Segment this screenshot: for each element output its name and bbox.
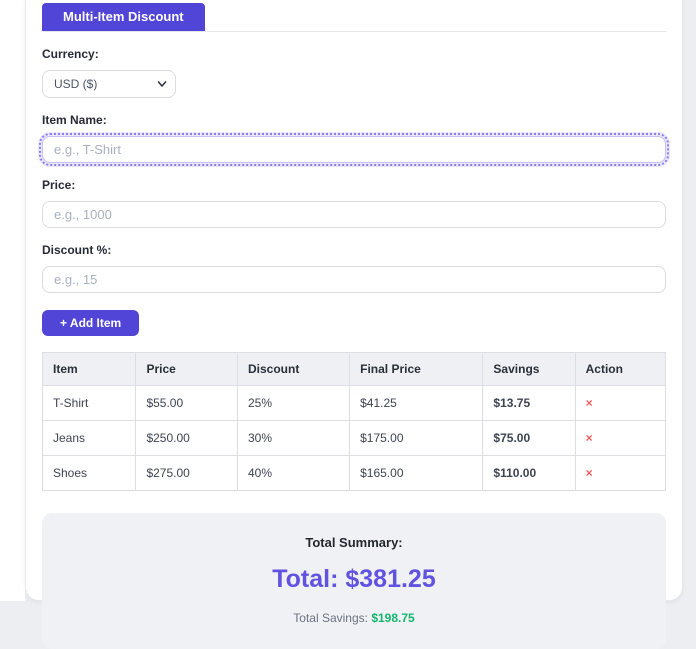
items-table-header-row: Item Price Discount Final Price Savings Actio…	[41, 352, 667, 386]
table-row: T-Shirt $55.00 25% $41.25 $13.75 ×	[41, 385, 667, 421]
remove-item-icon[interactable]: ×	[586, 397, 593, 409]
add-item-button[interactable]: + Add Item	[42, 310, 140, 336]
cell-price: $250.00	[135, 420, 238, 456]
column-header-final-price: Final Price	[349, 352, 484, 386]
cell-final-price: $175.00	[349, 420, 484, 456]
cell-savings: $75.00	[482, 420, 576, 456]
cell-savings: $110.00	[482, 455, 576, 491]
cell-action: ×	[574, 455, 667, 491]
column-header-savings: Savings	[482, 352, 576, 386]
cell-discount: 40%	[236, 455, 351, 491]
items-table: Item Price Discount Final Price Savings Actio…	[41, 352, 667, 491]
summary-savings-label: Total Savings:	[293, 611, 368, 625]
column-header-action: Action	[574, 352, 667, 386]
form-area: Currency: USD ($) Item Name: Price: Disc…	[26, 47, 682, 649]
currency-label: Currency:	[42, 47, 99, 61]
column-header-price: Price	[135, 352, 238, 386]
cell-item: Jeans	[41, 420, 137, 456]
remove-item-icon[interactable]: ×	[586, 432, 593, 444]
price-input[interactable]	[42, 201, 666, 228]
page-left-gutter	[0, 0, 25, 601]
tab-multi-item-discount[interactable]: Multi-Item Discount	[42, 3, 205, 31]
summary-savings-value: $198.75	[371, 611, 415, 625]
cell-action: ×	[574, 385, 667, 421]
total-summary-panel: Total Summary: Total: $381.25 Total Savi…	[42, 513, 666, 649]
column-header-item: Item	[41, 352, 137, 386]
cell-price: $275.00	[135, 455, 238, 491]
column-header-discount: Discount	[236, 352, 351, 386]
cell-final-price: $41.25	[349, 385, 484, 421]
discount-input[interactable]	[42, 266, 666, 293]
price-label: Price:	[42, 178, 76, 192]
discount-calculator-card: Multi-Item Discount Currency: USD ($) It…	[25, 0, 683, 649]
summary-savings-line: Total Savings: $198.75	[62, 611, 646, 625]
summary-title: Total Summary:	[305, 535, 403, 550]
summary-total: Total: $381.25	[272, 565, 436, 593]
cell-item: Shoes	[41, 455, 137, 491]
item-name-input[interactable]	[39, 133, 669, 166]
discount-label: Discount %:	[42, 243, 112, 257]
cell-price: $55.00	[135, 385, 238, 421]
currency-select-wrap: USD ($)	[42, 70, 176, 98]
item-name-label: Item Name:	[42, 113, 107, 127]
cell-savings: $13.75	[482, 385, 576, 421]
table-row: Jeans $250.00 30% $175.00 $75.00 ×	[41, 420, 667, 456]
cell-final-price: $165.00	[349, 455, 484, 491]
tab-bar: Multi-Item Discount	[42, 3, 666, 32]
cell-discount: 30%	[236, 420, 351, 456]
currency-select[interactable]: USD ($)	[42, 70, 176, 98]
cell-item: T-Shirt	[41, 385, 137, 421]
cell-discount: 25%	[236, 385, 351, 421]
cell-action: ×	[574, 420, 667, 456]
remove-item-icon[interactable]: ×	[586, 467, 593, 479]
table-row: Shoes $275.00 40% $165.00 $110.00 ×	[41, 455, 667, 491]
